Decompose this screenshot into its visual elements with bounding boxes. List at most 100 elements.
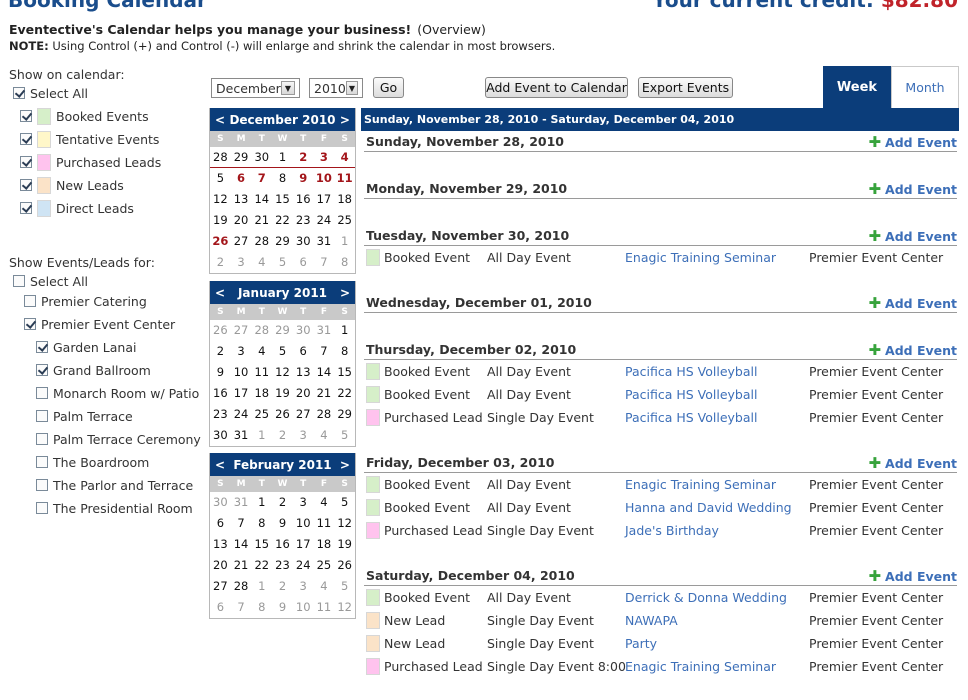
day-cell[interactable]: 2 (210, 341, 231, 362)
checkbox[interactable] (20, 179, 32, 191)
day-cell[interactable]: 10 (293, 597, 314, 618)
day-cell[interactable]: 7 (231, 513, 252, 534)
day-cell[interactable]: 31 (231, 425, 252, 446)
room-item-2[interactable]: Monarch Room w/ Patio (36, 383, 199, 403)
day-cell[interactable]: 26 (210, 320, 231, 341)
day-cell[interactable]: 3 (231, 341, 252, 362)
go-button[interactable]: Go (373, 77, 404, 98)
day-cell[interactable]: 8 (334, 341, 355, 362)
day-cell[interactable]: 1 (251, 576, 272, 597)
venue-select-all[interactable]: Select All (13, 271, 88, 291)
day-cell[interactable]: 12 (210, 189, 231, 210)
day-cell[interactable]: 31 (231, 492, 252, 513)
day-cell[interactable]: 17 (293, 534, 314, 555)
day-cell[interactable]: 30 (251, 147, 273, 168)
day-cell[interactable]: 2 (272, 425, 293, 446)
prev-month-icon[interactable]: < (215, 113, 225, 127)
day-cell[interactable]: 24 (231, 404, 252, 425)
day-cell[interactable]: 29 (230, 147, 252, 168)
checkbox[interactable] (36, 387, 48, 399)
event-name-link[interactable]: Jade's Birthday (625, 523, 719, 538)
day-cell[interactable]: 29 (272, 320, 293, 341)
day-cell[interactable]: 6 (293, 341, 314, 362)
day-cell[interactable]: 21 (231, 555, 252, 576)
day-cell[interactable]: 11 (314, 597, 335, 618)
day-cell[interactable]: 3 (313, 147, 335, 168)
day-cell[interactable]: 24 (314, 210, 335, 231)
day-cell[interactable]: 13 (210, 534, 231, 555)
room-item-6[interactable]: The Parlor and Terrace (36, 475, 193, 495)
day-cell[interactable]: 5 (272, 252, 293, 273)
calendar-type-3[interactable]: New Leads (20, 175, 124, 195)
day-cell[interactable]: 16 (272, 534, 293, 555)
export-events-button[interactable]: Export Events (638, 77, 733, 98)
day-cell[interactable]: 8 (334, 252, 355, 273)
venue-item-1[interactable]: Premier Event Center (24, 314, 175, 334)
checkbox[interactable] (36, 456, 48, 468)
day-cell[interactable]: 1 (251, 492, 272, 513)
day-cell[interactable]: 9 (272, 597, 293, 618)
day-cell[interactable]: 14 (251, 189, 272, 210)
next-month-icon[interactable]: > (340, 458, 350, 472)
add-event-link[interactable]: ✚ Add Event (868, 182, 957, 198)
day-cell[interactable]: 1 (334, 320, 355, 341)
day-cell[interactable]: 27 (231, 231, 252, 252)
day-cell[interactable]: 8 (272, 168, 293, 189)
calendar-type-0[interactable]: Booked Events (20, 106, 149, 126)
day-cell[interactable]: 23 (272, 555, 293, 576)
day-cell[interactable]: 7 (314, 341, 335, 362)
day-cell[interactable]: 3 (231, 252, 252, 273)
day-cell[interactable]: 19 (334, 534, 355, 555)
add-event-to-calendar-button[interactable]: Add Event to Calendar (485, 77, 628, 98)
day-cell[interactable]: 1 (251, 425, 272, 446)
day-cell[interactable]: 5 (334, 425, 355, 446)
day-cell[interactable]: 18 (251, 383, 272, 404)
day-cell[interactable]: 12 (334, 597, 355, 618)
venue-item-0[interactable]: Premier Catering (24, 291, 147, 311)
day-cell[interactable]: 23 (293, 210, 314, 231)
day-cell[interactable]: 6 (210, 513, 231, 534)
room-item-4[interactable]: Palm Terrace Ceremony (36, 429, 201, 449)
day-cell[interactable]: 30 (293, 320, 314, 341)
day-cell[interactable]: 7 (231, 597, 252, 618)
day-cell[interactable]: 5 (334, 576, 355, 597)
day-cell[interactable]: 12 (272, 362, 293, 383)
day-cell[interactable]: 29 (334, 404, 355, 425)
day-cell[interactable]: 11 (251, 362, 272, 383)
month-select[interactable]: December ▼ (211, 78, 300, 98)
day-cell[interactable]: 9 (272, 513, 293, 534)
day-cell[interactable]: 16 (210, 383, 231, 404)
tab-week[interactable]: Week (823, 66, 891, 109)
add-event-link[interactable]: ✚ Add Event (868, 343, 957, 359)
day-cell[interactable]: 21 (314, 383, 335, 404)
day-cell[interactable]: 3 (293, 492, 314, 513)
day-cell[interactable]: 14 (231, 534, 252, 555)
day-cell[interactable]: 15 (272, 189, 293, 210)
checkbox[interactable] (20, 202, 32, 214)
checkbox[interactable] (13, 275, 25, 287)
day-cell[interactable]: 30 (293, 231, 314, 252)
day-cell[interactable]: 4 (314, 425, 335, 446)
day-cell[interactable]: 15 (251, 534, 272, 555)
day-cell[interactable]: 7 (314, 252, 335, 273)
day-cell[interactable]: 3 (293, 576, 314, 597)
day-cell[interactable]: 7 (251, 168, 272, 189)
event-name-link[interactable]: Pacifica HS Volleyball (625, 364, 757, 379)
day-cell[interactable]: 31 (314, 231, 335, 252)
day-cell[interactable]: 27 (231, 320, 252, 341)
day-cell[interactable]: 22 (272, 210, 293, 231)
day-cell[interactable]: 13 (293, 362, 314, 383)
prev-month-icon[interactable]: < (215, 458, 225, 472)
day-cell[interactable]: 26 (210, 231, 231, 252)
day-cell[interactable]: 6 (231, 168, 252, 189)
day-cell[interactable]: 4 (251, 341, 272, 362)
add-event-link[interactable]: ✚ Add Event (868, 569, 957, 585)
day-cell[interactable]: 28 (251, 231, 272, 252)
day-cell[interactable]: 27 (210, 576, 231, 597)
tab-month[interactable]: Month (891, 66, 959, 109)
calendar-type-1[interactable]: Tentative Events (20, 129, 159, 149)
day-cell[interactable]: 22 (251, 555, 272, 576)
checkbox[interactable] (20, 156, 32, 168)
prev-month-icon[interactable]: < (215, 286, 225, 300)
add-event-link[interactable]: ✚ Add Event (868, 229, 957, 245)
